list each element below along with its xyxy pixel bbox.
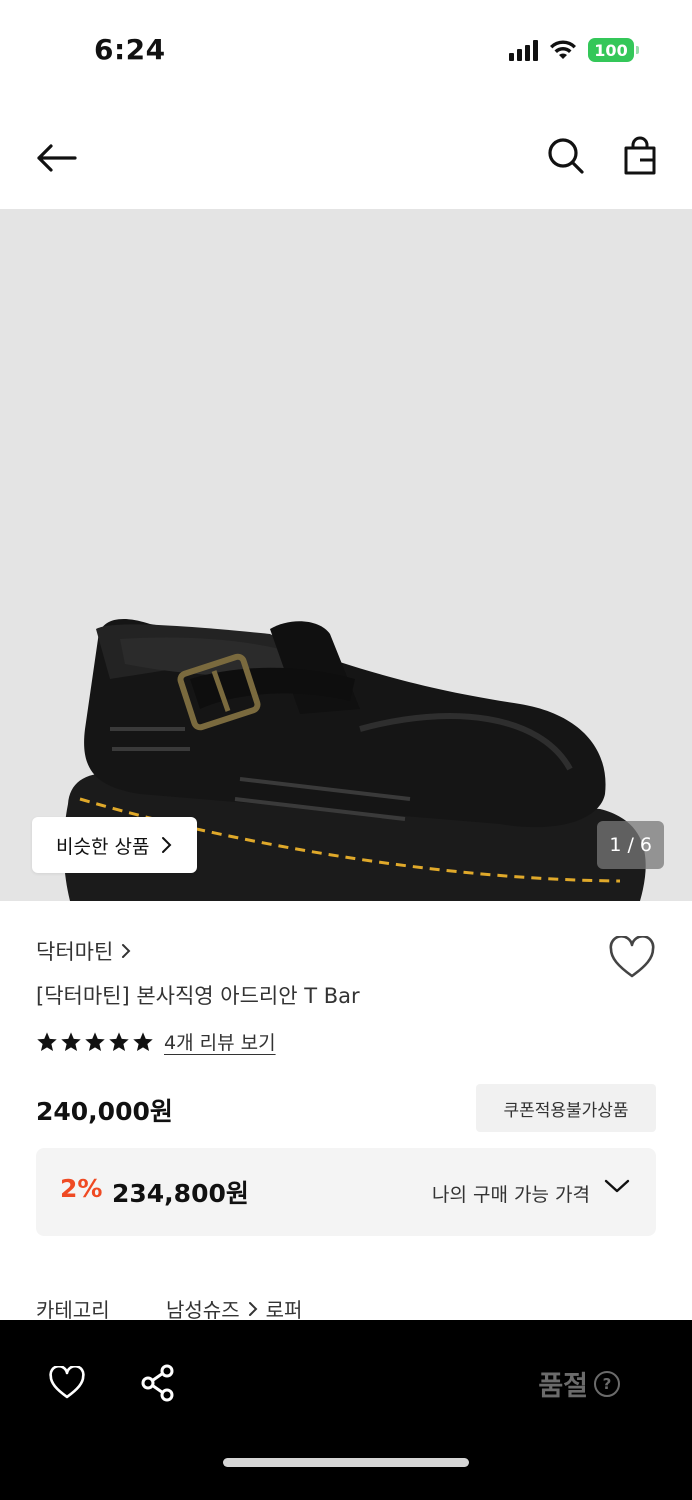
category-level-2[interactable]: 로퍼: [266, 1294, 303, 1323]
back-button[interactable]: [30, 132, 82, 184]
wifi-icon: [550, 40, 576, 59]
top-navigation: [0, 110, 692, 206]
category-label: 카테고리: [36, 1298, 110, 1322]
discount-price: 234,800원: [112, 1179, 249, 1208]
status-bar: 6:24 100: [0, 0, 692, 100]
similar-products-button[interactable]: 비슷한 상품: [32, 817, 198, 873]
cellular-signal-icon: [509, 39, 538, 61]
heart-icon: [49, 1366, 85, 1399]
arrow-left-icon: [37, 144, 77, 172]
bottom-action-bar: 품절 ?: [0, 1320, 692, 1500]
brand-link[interactable]: 닥터마틴: [36, 936, 131, 966]
chevron-right-icon: [122, 944, 131, 958]
star-icon: [109, 1031, 129, 1051]
category-row: 카테고리 남성슈즈 로퍼: [36, 1294, 302, 1323]
help-icon[interactable]: ?: [594, 1370, 620, 1397]
battery-icon: 100: [588, 38, 639, 62]
star-icon: [133, 1031, 153, 1051]
category-path[interactable]: 남성슈즈 로퍼: [166, 1294, 302, 1323]
coupon-unavailable-badge: 쿠폰적용불가상품: [476, 1084, 656, 1132]
star-icon: [37, 1031, 57, 1051]
chevron-down-icon: [604, 1179, 630, 1193]
star-icon: [85, 1031, 105, 1051]
shopping-bag-icon: [624, 136, 656, 175]
heart-icon: [609, 935, 655, 978]
image-page-indicator: 1 / 6: [597, 821, 664, 869]
chevron-right-icon: [248, 1301, 258, 1316]
share-button[interactable]: [136, 1360, 180, 1406]
soldout-label: 품절: [538, 1371, 588, 1402]
share-icon: [141, 1364, 174, 1402]
my-price-label: 나의 구매 가능 가격: [432, 1184, 590, 1206]
star-icon: [61, 1031, 81, 1051]
chevron-right-icon: [162, 837, 172, 853]
product-image-gallery[interactable]: 비슷한 상품 1 / 6: [0, 209, 692, 901]
wishlist-button[interactable]: [608, 935, 656, 980]
search-button[interactable]: [540, 130, 592, 182]
similar-products-label: 비슷한 상품: [56, 835, 150, 858]
brand-name: 닥터마틴: [36, 940, 114, 964]
product-shoe-image: [63, 619, 646, 901]
status-indicators: 100: [509, 38, 639, 62]
review-link[interactable]: 4개 리뷰 보기: [164, 1028, 276, 1055]
search-icon: [548, 138, 584, 174]
category-level-1[interactable]: 남성슈즈: [166, 1294, 240, 1323]
discount-rate: 2%: [60, 1174, 103, 1203]
bottom-wishlist-button[interactable]: [44, 1360, 90, 1406]
status-time: 6:24: [94, 33, 166, 66]
rating-row: 4개 리뷰 보기: [36, 1028, 276, 1055]
product-name: [닥터마틴] 본사직영 아드리안 T Bar: [36, 984, 360, 1008]
original-price: 240,000원: [36, 1097, 173, 1126]
star-rating: [36, 1031, 154, 1053]
soldout-status: 품절 ?: [538, 1364, 620, 1403]
home-indicator[interactable]: [223, 1458, 469, 1467]
my-price-dropdown[interactable]: 2% 234,800원 나의 구매 가능 가격: [36, 1148, 656, 1236]
shopping-bag-button[interactable]: [614, 130, 666, 182]
